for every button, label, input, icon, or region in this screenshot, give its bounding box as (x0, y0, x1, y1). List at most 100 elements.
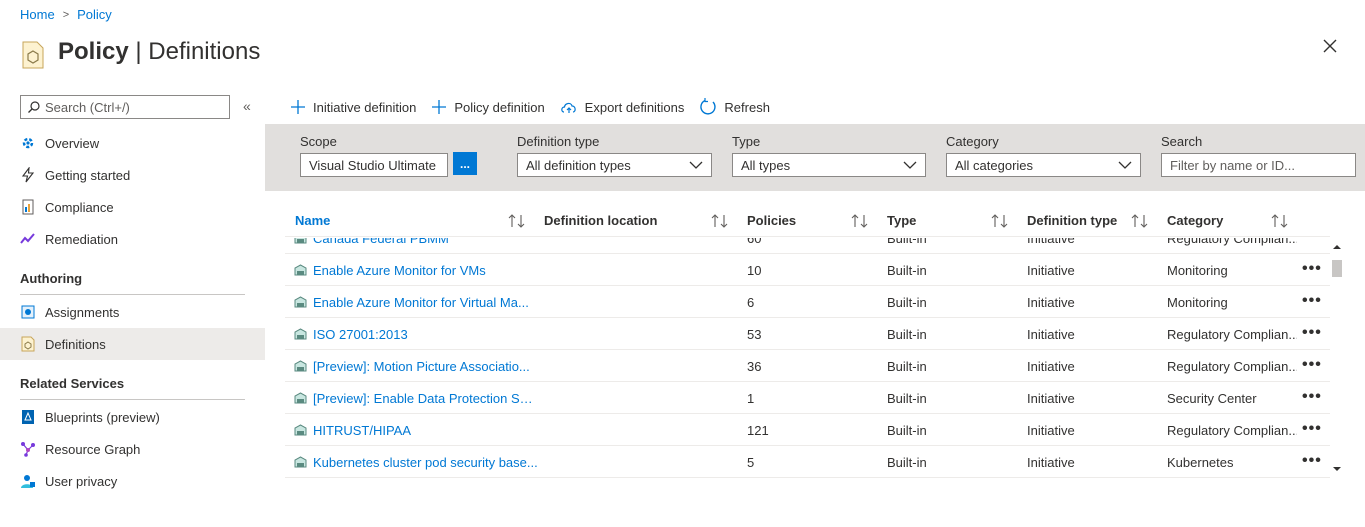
cell-name[interactable]: HITRUST/HIPAA (313, 423, 538, 438)
column-header-policies[interactable]: Policies (747, 213, 796, 228)
sort-icon[interactable] (851, 214, 869, 228)
column-header-definition-type[interactable]: Definition type (1027, 213, 1117, 228)
sort-icon[interactable] (711, 214, 729, 228)
sort-icon[interactable] (991, 214, 1009, 228)
cell-name[interactable]: Enable Azure Monitor for Virtual Ma... (313, 295, 538, 310)
refresh-button[interactable]: Refresh (699, 96, 770, 118)
more-options-icon[interactable]: ••• (1302, 452, 1322, 470)
more-options-icon[interactable]: ••• (1302, 292, 1322, 310)
sidebar-item-label: Overview (45, 135, 100, 151)
export-definitions-button[interactable]: Export definitions (560, 96, 685, 118)
sidebar-item-assignments[interactable]: Assignments (0, 296, 265, 328)
sidebar-item-overview[interactable]: Overview (0, 127, 265, 159)
cell-type: Built-in (887, 455, 927, 470)
cell-type: Built-in (887, 263, 927, 278)
cell-name[interactable]: Canada Federal PBMM (313, 238, 538, 246)
sidebar: Search (Ctrl+/) « Overview Getting start… (0, 94, 265, 527)
scope-picker-button[interactable]: ... (453, 152, 477, 175)
cell-category: Regulatory Complian... (1167, 327, 1297, 342)
table-row[interactable]: Kubernetes cluster pod security base... … (285, 446, 1330, 478)
button-label: Export definitions (584, 99, 685, 115)
category-label: Category (946, 134, 999, 149)
table-row[interactable]: Canada Federal PBMM 60 Built-in Initiati… (285, 238, 1330, 254)
scope-field[interactable]: Visual Studio Ultimate (300, 153, 448, 177)
table-row[interactable]: Enable Azure Monitor for VMs 10 Built-in… (285, 254, 1330, 286)
cell-type: Built-in (887, 238, 927, 246)
table-row[interactable]: [Preview]: Enable Data Protection Sui...… (285, 382, 1330, 414)
cell-policies: 53 (747, 327, 762, 342)
sidebar-item-label: Resource Graph (45, 441, 141, 457)
definition-type-label: Definition type (517, 134, 600, 149)
scroll-up-arrow-icon[interactable] (1331, 242, 1343, 252)
cell-name[interactable]: Kubernetes cluster pod security base... (313, 455, 538, 470)
initiative-icon (294, 392, 307, 404)
column-header-name[interactable]: Name (295, 213, 330, 228)
cell-policies: 1 (747, 391, 755, 406)
scope-value: Visual Studio Ultimate (309, 157, 436, 173)
policy-definition-button[interactable]: Policy definition (431, 96, 545, 118)
sidebar-item-user-privacy[interactable]: User privacy (0, 465, 265, 497)
sort-icon[interactable] (1271, 214, 1289, 228)
cell-definition-type: Initiative (1027, 455, 1075, 470)
more-options-icon[interactable]: ••• (1302, 356, 1322, 374)
sidebar-item-label: Compliance (45, 199, 114, 215)
type-dropdown[interactable]: All types (732, 153, 926, 177)
column-header-type[interactable]: Type (887, 213, 916, 228)
cell-type: Built-in (887, 391, 927, 406)
initiative-icon (294, 328, 307, 340)
scroll-down-arrow-icon[interactable] (1331, 464, 1343, 474)
page-title: Policy | Definitions (58, 38, 261, 65)
definition-type-dropdown[interactable]: All definition types (517, 153, 712, 177)
sidebar-search-input[interactable]: Search (Ctrl+/) (20, 95, 230, 119)
table-row[interactable]: HITRUST/HIPAA 121 Built-in Initiative Re… (285, 414, 1330, 446)
cell-name[interactable]: [Preview]: Enable Data Protection Sui... (313, 391, 538, 406)
table-row[interactable]: ISO 27001:2013 53 Built-in Initiative Re… (285, 318, 1330, 350)
sidebar-item-definitions[interactable]: Definitions (0, 328, 265, 360)
initiative-icon (294, 456, 307, 468)
breadcrumb-home[interactable]: Home (20, 7, 55, 22)
definitions-table: Canada Federal PBMM 60 Built-in Initiati… (285, 238, 1330, 478)
button-label: Policy definition (454, 99, 545, 115)
category-dropdown[interactable]: All categories (946, 153, 1141, 177)
initiative-definition-button[interactable]: Initiative definition (290, 96, 416, 118)
filter-search-input[interactable]: Filter by name or ID... (1161, 153, 1356, 177)
sidebar-item-resource-graph[interactable]: Resource Graph (0, 433, 265, 465)
table-row[interactable]: [Preview]: Motion Picture Associatio... … (285, 350, 1330, 382)
table-scrollbar[interactable] (1331, 238, 1343, 478)
more-options-icon[interactable]: ••• (1302, 324, 1322, 342)
sidebar-item-getting-started[interactable]: Getting started (0, 159, 265, 191)
sort-icon[interactable] (508, 214, 526, 228)
sidebar-item-remediation[interactable]: Remediation (0, 223, 265, 255)
cell-definition-type: Initiative (1027, 295, 1075, 310)
column-header-category[interactable]: Category (1167, 213, 1223, 228)
sidebar-item-compliance[interactable]: Compliance (0, 191, 265, 223)
more-options-icon[interactable]: ••• (1302, 260, 1322, 278)
sidebar-item-blueprints[interactable]: Blueprints (preview) (0, 401, 265, 433)
cell-policies: 5 (747, 455, 755, 470)
column-header-definition-location[interactable]: Definition location (544, 213, 657, 228)
remediation-icon (20, 231, 36, 247)
cell-definition-type: Initiative (1027, 238, 1075, 246)
collapse-sidebar-button[interactable]: « (243, 98, 251, 114)
table-row[interactable]: Enable Azure Monitor for Virtual Ma... 6… (285, 286, 1330, 318)
close-icon[interactable] (1320, 36, 1340, 56)
initiative-icon (294, 424, 307, 436)
more-options-icon[interactable]: ••• (1302, 388, 1322, 406)
cell-name[interactable]: [Preview]: Motion Picture Associatio... (313, 359, 538, 374)
scroll-thumb[interactable] (1332, 260, 1342, 277)
assignments-icon (20, 304, 36, 320)
cell-policies: 121 (747, 423, 769, 438)
sidebar-item-label: Definitions (45, 336, 106, 352)
filter-bar: Scope Visual Studio Ultimate ... Definit… (265, 124, 1365, 191)
sort-icon[interactable] (1131, 214, 1149, 228)
cell-name[interactable]: ISO 27001:2013 (313, 327, 538, 342)
more-options-icon[interactable]: ••• (1302, 238, 1322, 246)
refresh-icon (700, 98, 717, 115)
sidebar-search-placeholder: Search (Ctrl+/) (45, 99, 130, 115)
more-options-icon[interactable]: ••• (1302, 420, 1322, 438)
initiative-icon (294, 296, 307, 308)
cell-category: Regulatory Complian... (1167, 359, 1297, 374)
resource-graph-icon (20, 441, 36, 457)
breadcrumb-policy[interactable]: Policy (77, 7, 112, 22)
cell-name[interactable]: Enable Azure Monitor for VMs (313, 263, 538, 278)
